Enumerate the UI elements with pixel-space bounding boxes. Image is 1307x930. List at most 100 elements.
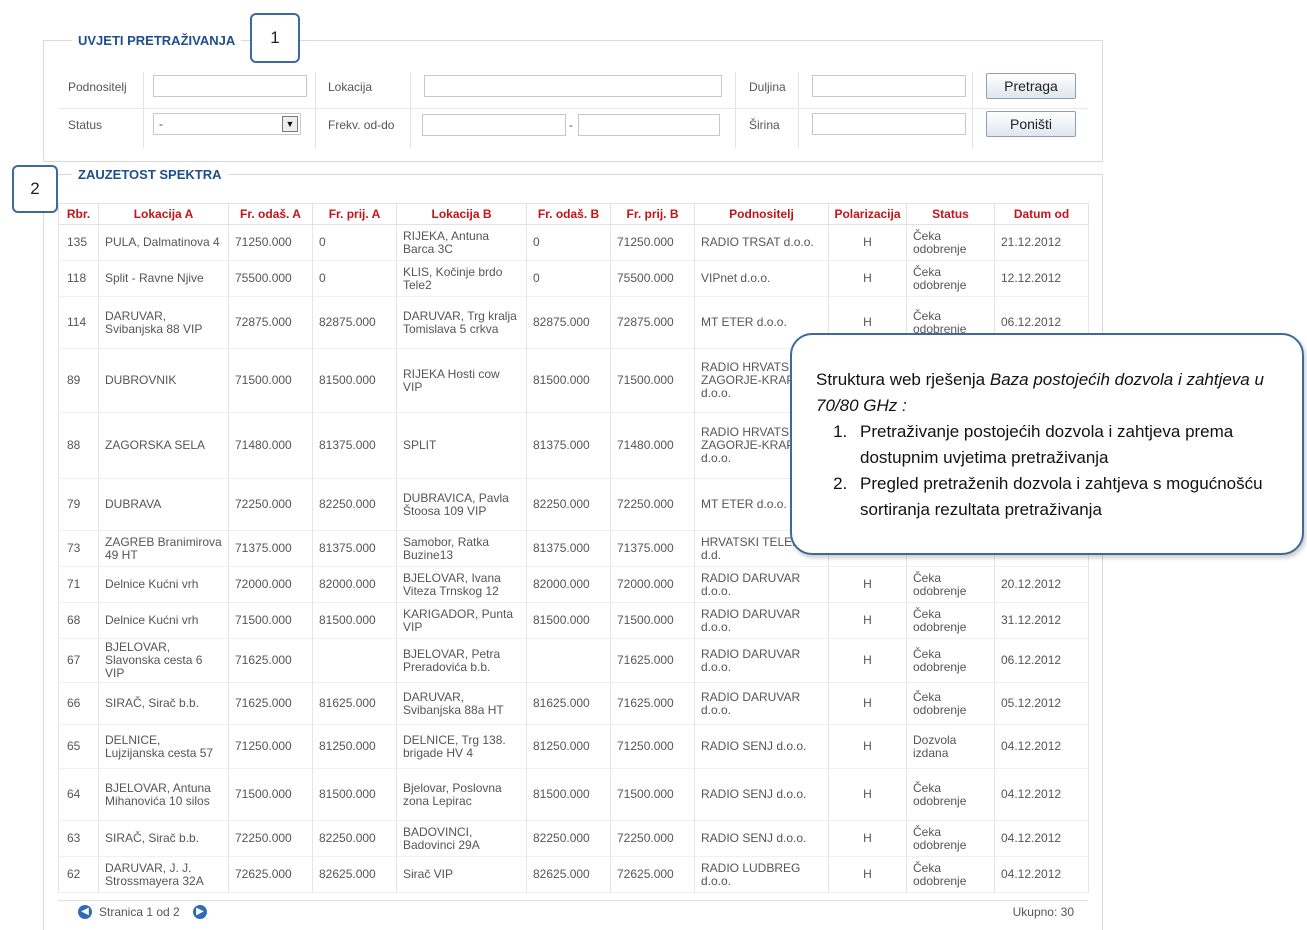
polarizacija-cell: H <box>828 682 907 725</box>
fr-odas-a-cell: 71500.000 <box>228 768 313 821</box>
podnositelj-input[interactable] <box>153 75 307 97</box>
status-cell: Čeka odobrenje <box>906 856 995 893</box>
results-panel-title: ZAUZETOST SPEKTRA <box>72 167 228 182</box>
fr-odas-b-cell <box>526 638 611 683</box>
column-header[interactable]: Rbr. <box>58 203 99 225</box>
chevron-down-icon[interactable]: ▼ <box>282 116 298 132</box>
fr-prij-b-cell: 71375.000 <box>610 530 695 567</box>
fr-odas-a-cell: 71500.000 <box>228 602 313 639</box>
lokacija-b-cell: Samobor, Ratka Buzine13 <box>396 530 527 567</box>
frekv-to-input[interactable] <box>578 114 720 136</box>
table-header-row: Rbr. Lokacija A Fr. odaš. A Fr. prij. A Loka… <box>58 203 1089 225</box>
table-row[interactable]: 68 Delnice Kućni vrh 71500.000 81500.000 KAR… <box>58 602 1089 639</box>
callout-list: Pretraživanje postojećih dozvola i zahtj… <box>816 419 1278 523</box>
fr-odas-b-cell: 81500.000 <box>526 602 611 639</box>
rbr-cell: 88 <box>58 412 99 479</box>
table-row[interactable]: 62 DARUVAR, J. J. Strossmayera 32A 72625.0… <box>58 856 1089 893</box>
podnositelj-cell: RADIO DARUVAR d.o.o. <box>694 638 829 683</box>
frekv-label: Frekv. od-do <box>328 118 395 132</box>
podnositelj-cell: RADIO DARUVAR d.o.o. <box>694 566 829 603</box>
fr-prij-a-cell: 82000.000 <box>312 566 397 603</box>
rbr-cell: 62 <box>58 856 99 893</box>
rbr-cell: 114 <box>58 296 99 349</box>
datum-cell: 21.12.2012 <box>994 224 1089 261</box>
polarizacija-cell: H <box>828 224 907 261</box>
lokacija-b-cell: BJELOVAR, Ivana Viteza Trnskog 12 <box>396 566 527 603</box>
polarizacija-cell: H <box>828 638 907 683</box>
polarizacija-cell: H <box>828 820 907 857</box>
rbr-cell: 79 <box>58 478 99 531</box>
pager-total-text: Ukupno: 30 <box>1012 905 1074 919</box>
fr-prij-a-cell: 81375.000 <box>312 530 397 567</box>
status-cell: Čeka odobrenje <box>906 638 995 683</box>
duljina-input[interactable] <box>812 75 966 97</box>
datum-cell: 06.12.2012 <box>994 638 1089 683</box>
table-row[interactable]: 67 BJELOVAR, Slavonska cesta 6 VIP 71625.0… <box>58 638 1089 683</box>
status-label: Status <box>68 118 103 132</box>
fr-prij-b-cell: 71500.000 <box>610 768 695 821</box>
column-header[interactable]: Fr. odaš. B <box>526 203 611 225</box>
fr-odas-b-cell: 81250.000 <box>526 724 611 769</box>
lokacija-input[interactable] <box>424 75 722 97</box>
column-header[interactable]: Fr. prij. B <box>610 203 695 225</box>
column-header[interactable]: Lokacija B <box>396 203 527 225</box>
column-header[interactable]: Polarizacija <box>828 203 907 225</box>
podnositelj-label: Podnositelj <box>68 80 127 94</box>
lokacija-b-cell: BADOVINCI, Badovinci 29A <box>396 820 527 857</box>
fr-odas-a-cell: 71500.000 <box>228 348 313 413</box>
range-separator: - <box>569 118 573 132</box>
fr-prij-b-cell: 71625.000 <box>610 682 695 725</box>
callout-list-item: Pretraživanje postojećih dozvola i zahtj… <box>852 419 1278 471</box>
fr-prij-b-cell: 72250.000 <box>610 820 695 857</box>
fr-prij-a-cell: 0 <box>312 260 397 297</box>
status-cell: Čeka odobrenje <box>906 260 995 297</box>
fr-prij-b-cell: 71480.000 <box>610 412 695 479</box>
lokacija-b-cell: DARUVAR, Svibanjska 88a HT <box>396 682 527 725</box>
lokacija-a-cell: PULA, Dalmatinova 4 <box>98 224 229 261</box>
lokacija-a-cell: SIRAČ, Sirač b.b. <box>98 820 229 857</box>
lokacija-b-cell: Bjelovar, Poslovna zona Lepirac <box>396 768 527 821</box>
polarizacija-cell: H <box>828 602 907 639</box>
column-header[interactable]: Podnositelj <box>694 203 829 225</box>
rbr-cell: 71 <box>58 566 99 603</box>
datum-cell: 05.12.2012 <box>994 682 1089 725</box>
arrow-left-circle-icon[interactable]: ◀ <box>78 905 92 919</box>
table-row[interactable]: 118 Split - Ravne Njive 75500.000 0 KLIS, Ko… <box>58 260 1089 297</box>
lokacija-a-cell: Split - Ravne Njive <box>98 260 229 297</box>
podnositelj-cell: RADIO DARUVAR d.o.o. <box>694 602 829 639</box>
column-header[interactable]: Fr. odaš. A <box>228 203 313 225</box>
table-row[interactable]: 135 PULA, Dalmatinova 4 71250.000 0 RIJEKA, … <box>58 224 1089 261</box>
search-button[interactable]: Pretraga <box>986 73 1076 99</box>
lokacija-a-cell: DUBRAVA <box>98 478 229 531</box>
polarizacija-cell: H <box>828 856 907 893</box>
lokacija-b-cell: KARIGADOR, Punta VIP <box>396 602 527 639</box>
table-row[interactable]: 71 Delnice Kućni vrh 72000.000 82000.000 BJE… <box>58 566 1089 603</box>
status-cell: Čeka odobrenje <box>906 602 995 639</box>
status-select[interactable]: - ▼ <box>153 113 301 135</box>
callout-number-2: 2 <box>12 165 58 213</box>
reset-button[interactable]: Poništi <box>986 111 1076 137</box>
fr-odas-b-cell: 82875.000 <box>526 296 611 349</box>
lokacija-a-cell: Delnice Kućni vrh <box>98 566 229 603</box>
table-row[interactable]: 63 SIRAČ, Sirač b.b. 72250.000 82250.000 BAD… <box>58 820 1089 857</box>
status-cell: Dozvola izdana <box>906 724 995 769</box>
column-header[interactable]: Fr. prij. A <box>312 203 397 225</box>
column-header[interactable]: Status <box>906 203 995 225</box>
fr-prij-a-cell <box>312 638 397 683</box>
fr-odas-a-cell: 75500.000 <box>228 260 313 297</box>
podnositelj-cell: VIPnet d.o.o. <box>694 260 829 297</box>
fr-odas-a-cell: 72875.000 <box>228 296 313 349</box>
frekv-from-input[interactable] <box>422 114 566 136</box>
table-row[interactable]: 66 SIRAČ, Sirač b.b. 71625.000 81625.000 DAR… <box>58 682 1089 725</box>
lokacija-a-cell: SIRAČ, Sirač b.b. <box>98 682 229 725</box>
lokacija-b-cell: DARUVAR, Trg kralja Tomislava 5 crkva <box>396 296 527 349</box>
sirina-input[interactable] <box>812 113 966 135</box>
column-header[interactable]: Lokacija A <box>98 203 229 225</box>
table-row[interactable]: 65 DELNICE, Lujzijanska cesta 57 71250.000… <box>58 724 1089 769</box>
arrow-right-circle-icon[interactable]: ▶ <box>193 905 207 919</box>
fr-odas-b-cell: 82625.000 <box>526 856 611 893</box>
table-row[interactable]: 64 BJELOVAR, Antuna Mihanovića 10 silos 71… <box>58 768 1089 821</box>
rbr-cell: 135 <box>58 224 99 261</box>
column-header[interactable]: Datum od <box>994 203 1089 225</box>
rbr-cell: 67 <box>58 638 99 683</box>
